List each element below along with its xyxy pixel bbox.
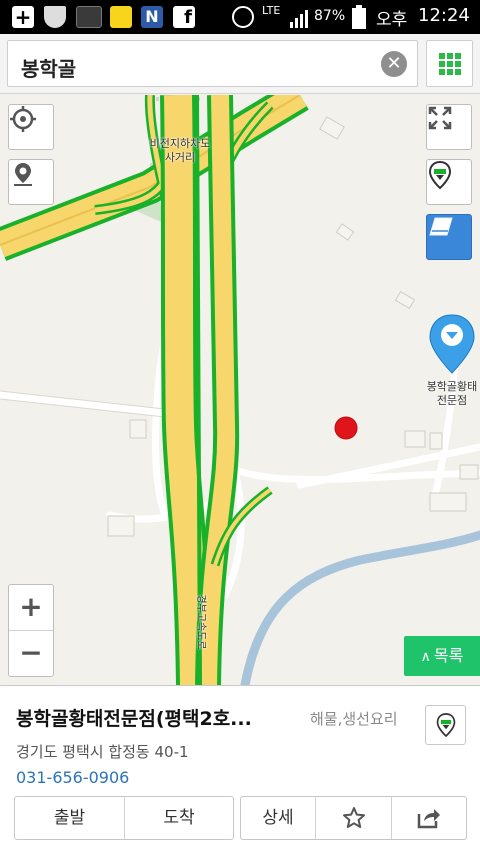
- arrive-button[interactable]: 도착: [124, 797, 233, 839]
- plus-box-icon: +: [12, 6, 34, 28]
- crosshair-icon: [10, 106, 36, 132]
- fullscreen-button[interactable]: [426, 104, 472, 150]
- alarm-icon: [232, 6, 254, 28]
- network-label: LTE: [262, 4, 281, 17]
- layers-button[interactable]: [426, 214, 472, 260]
- zoom-control: + −: [8, 584, 54, 677]
- poi-label: 봉학골황태 전문점: [426, 380, 478, 407]
- chevron-up-icon: ∧: [420, 649, 431, 665]
- map-view[interactable]: 비전지하차도 사거리 봉학골황태 전문점 경부고속도로 + − ∧ 목록: [0, 95, 480, 685]
- detail-button[interactable]: 상세: [241, 797, 315, 839]
- share-icon: [417, 809, 440, 829]
- clear-search-button[interactable]: ✕: [381, 51, 407, 77]
- place-pin-button[interactable]: [425, 705, 466, 745]
- pin-marker-icon: [428, 160, 452, 190]
- star-icon: [342, 807, 365, 828]
- intersection-label: 비전지하차도 사거리: [149, 137, 211, 164]
- status-bar: + N f LTE 87% 오후 12:24: [0, 0, 480, 34]
- battery-icon: [352, 5, 366, 29]
- share-button[interactable]: [391, 797, 466, 839]
- zoom-out-button[interactable]: −: [9, 631, 53, 677]
- action-button-group: 상세: [240, 796, 467, 840]
- poi-pin-icon: [429, 314, 475, 374]
- signal-icon: [290, 10, 308, 28]
- search-query: 봉학골: [21, 57, 77, 81]
- favorite-button[interactable]: [315, 797, 391, 839]
- my-location-button[interactable]: [8, 104, 54, 150]
- pin-marker-icon: [436, 713, 455, 738]
- close-icon: ✕: [386, 53, 402, 74]
- search-input[interactable]: 봉학골 ✕: [7, 40, 418, 87]
- kakao-talk-icon: [110, 6, 132, 28]
- expand-icon: [428, 106, 452, 130]
- menu-grid-button[interactable]: [426, 40, 473, 87]
- current-location-dot: [334, 416, 358, 440]
- poi-layer-button[interactable]: [426, 159, 472, 205]
- place-category: 해물,생선요리: [310, 710, 398, 728]
- route-button-group: 출발 도착: [14, 796, 234, 840]
- ampm-label: 오후: [376, 10, 408, 30]
- list-button-label: 목록: [433, 646, 464, 665]
- naver-icon: N: [141, 6, 163, 28]
- location-pin-icon: [14, 163, 32, 186]
- layers-icon: [429, 217, 453, 236]
- grid-icon: [439, 53, 461, 75]
- place-info-panel: 봉학골황태전문점(평택2호... 해물,생선요리 경기도 평택시 합정동 40-…: [0, 685, 480, 853]
- band-icon: [76, 6, 102, 28]
- zoom-in-button[interactable]: +: [9, 585, 53, 631]
- map-canvas: [0, 95, 480, 685]
- search-bar: 봉학골 ✕: [0, 34, 480, 94]
- place-phone[interactable]: 031-656-0906: [16, 768, 129, 787]
- set-location-button[interactable]: [8, 159, 54, 205]
- depart-button[interactable]: 출발: [15, 797, 124, 839]
- list-button[interactable]: ∧ 목록: [404, 636, 480, 676]
- clock: 12:24: [418, 5, 470, 26]
- road-label: 경부고속도로: [195, 594, 206, 650]
- shield-icon: [44, 6, 66, 28]
- facebook-icon: f: [173, 6, 195, 28]
- place-address: 경기도 평택시 합정동 40-1: [16, 743, 189, 761]
- place-name[interactable]: 봉학골황태전문점(평택2호...: [16, 704, 298, 731]
- battery-percent: 87%: [314, 8, 346, 24]
